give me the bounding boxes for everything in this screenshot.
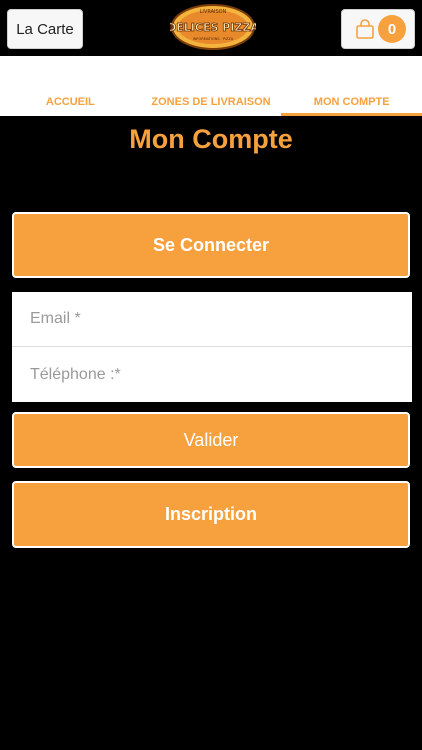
menu-button[interactable]: La Carte (7, 9, 83, 49)
svg-text:LIVRAISON: LIVRAISON (200, 9, 227, 15)
brand-logo-icon: LIVRAISON DELICES PIZZA INFORMATIONS · P… (167, 4, 260, 50)
shopping-bag-icon (356, 19, 374, 39)
login-form (12, 292, 412, 402)
page-title: Mon Compte (129, 124, 293, 154)
account-panel: Mon Compte Se Connecter Valider Inscript… (0, 116, 422, 750)
phone-input[interactable] (12, 347, 412, 402)
cart-button[interactable]: 0 (341, 9, 415, 49)
tab-zones-de-livraison[interactable]: ZONES DE LIVRAISON (141, 90, 282, 116)
svg-text:INFORMATIONS · PIZZA: INFORMATIONS · PIZZA (193, 37, 234, 41)
app-header: La Carte LIVRAISON DELICES PIZZA INFORMA… (0, 0, 422, 56)
svg-text:DELICES PIZZA: DELICES PIZZA (170, 21, 256, 34)
email-input[interactable] (12, 292, 412, 347)
nav-tabs: ACCUEIL ZONES DE LIVRAISON MON COMPTE (0, 90, 422, 116)
connect-button[interactable]: Se Connecter (12, 212, 410, 278)
signup-button[interactable]: Inscription (12, 481, 410, 548)
cart-count-badge: 0 (378, 15, 406, 43)
validate-button[interactable]: Valider (12, 412, 410, 468)
tab-mon-compte[interactable]: MON COMPTE (281, 90, 422, 116)
tab-accueil[interactable]: ACCUEIL (0, 90, 141, 116)
brand-logo[interactable]: LIVRAISON DELICES PIZZA INFORMATIONS · P… (167, 2, 260, 52)
